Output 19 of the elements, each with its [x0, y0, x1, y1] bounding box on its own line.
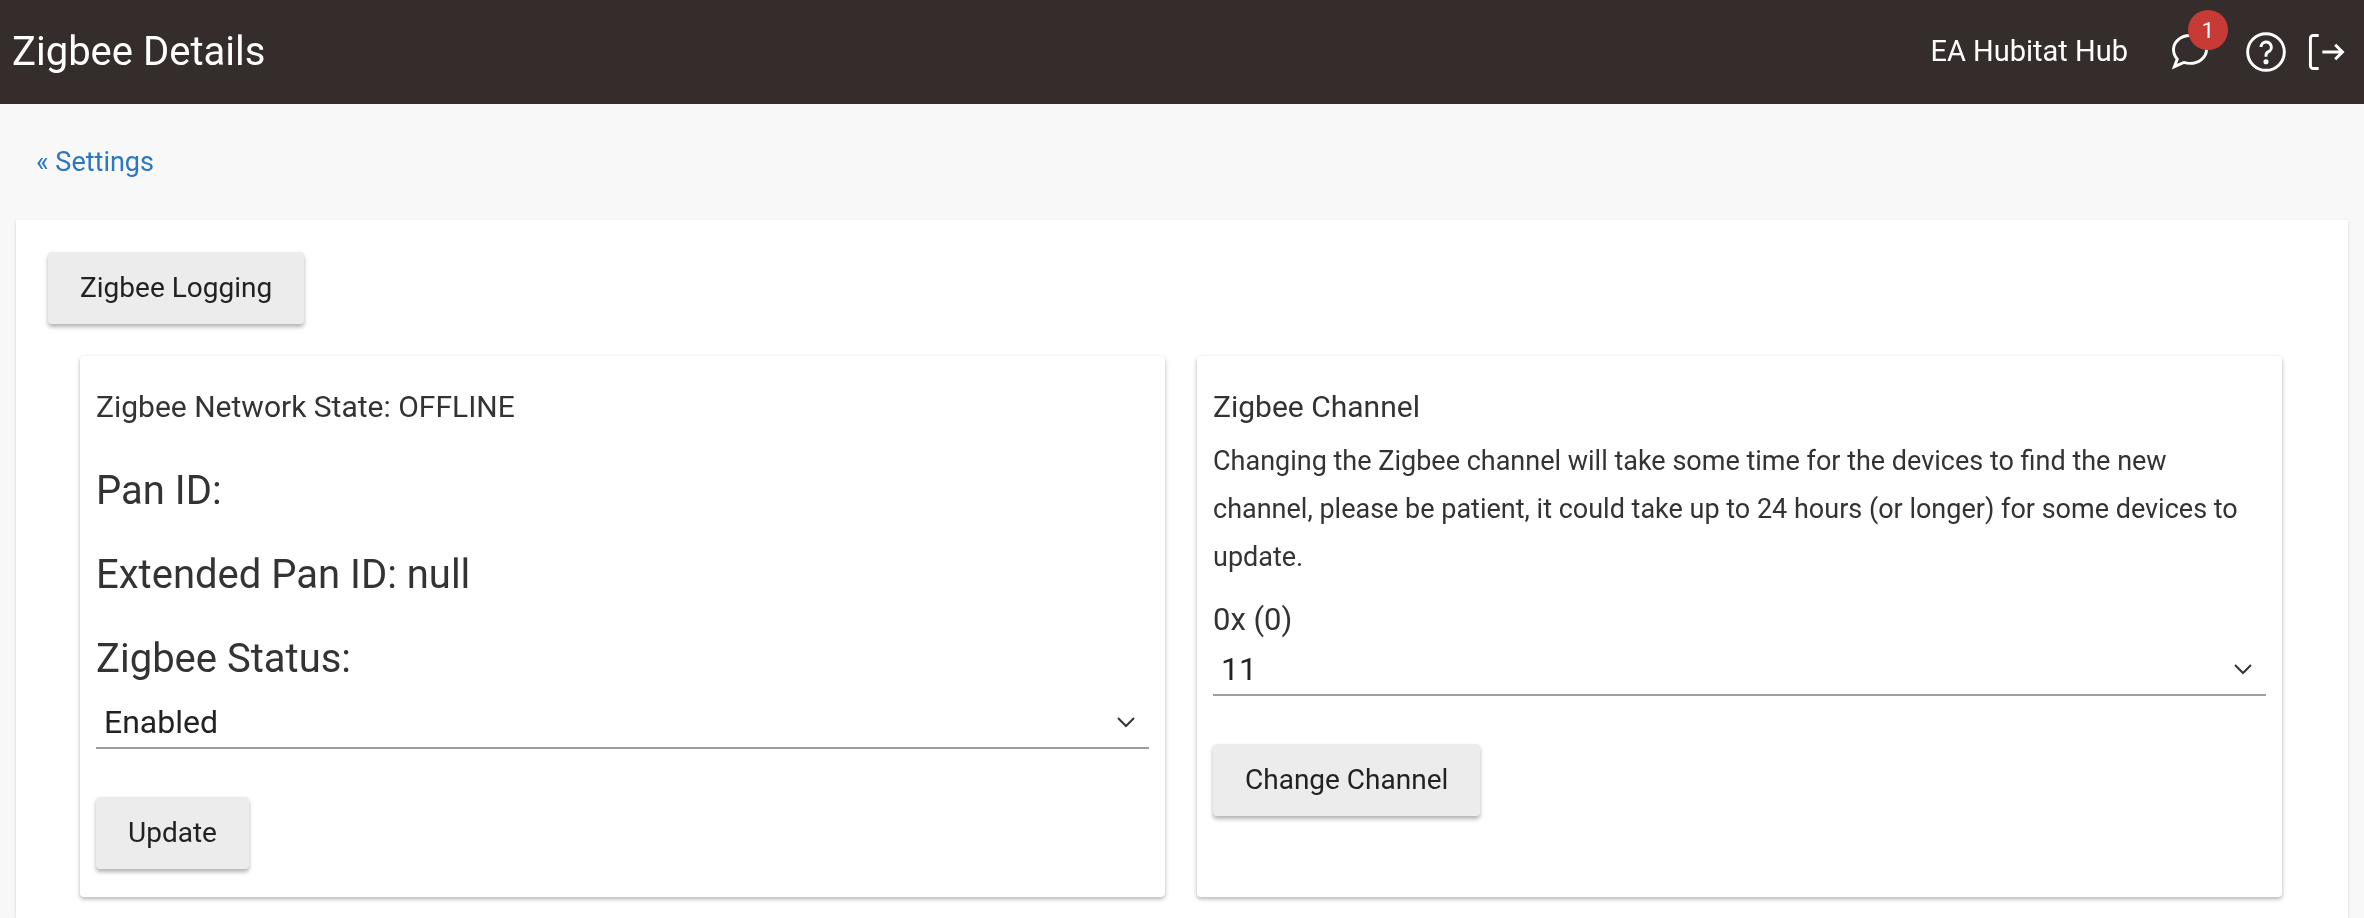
network-state: Zigbee Network State: OFFLINE — [96, 388, 516, 426]
channel-description: Changing the Zigbee channel will take some time for the devices to find the new channel, please be patient, it could take up to 24 hours (or longer) for some devices to update. — [1213, 444, 2239, 575]
status-label: Zigbee Status: — [96, 634, 353, 684]
help-icon[interactable] — [2244, 30, 2288, 74]
channel-title: Zigbee Channel — [1213, 388, 1421, 426]
update-button[interactable]: Update — [96, 797, 249, 869]
pan-id: Pan ID: — [96, 466, 223, 516]
page-title: Zigbee Details — [12, 27, 266, 77]
caret-icon — [1115, 715, 1137, 729]
change-channel-button[interactable]: Change Channel — [1213, 743, 1481, 816]
extended-pan-id: Extended Pan ID: null — [96, 550, 472, 600]
channel-select-label: 0x (0) — [1213, 600, 1294, 640]
status-select[interactable]: Enabled — [96, 697, 1149, 749]
notification-badge: 1 — [2188, 10, 2228, 50]
settings-link[interactable]: « Settings — [36, 141, 154, 183]
logging-button[interactable]: Zigbee Logging — [48, 252, 305, 324]
hub-name: EA Hubitat Hub — [1930, 33, 2128, 71]
channel-select[interactable]: 11 — [1213, 643, 2266, 696]
caret-icon — [2232, 661, 2254, 676]
